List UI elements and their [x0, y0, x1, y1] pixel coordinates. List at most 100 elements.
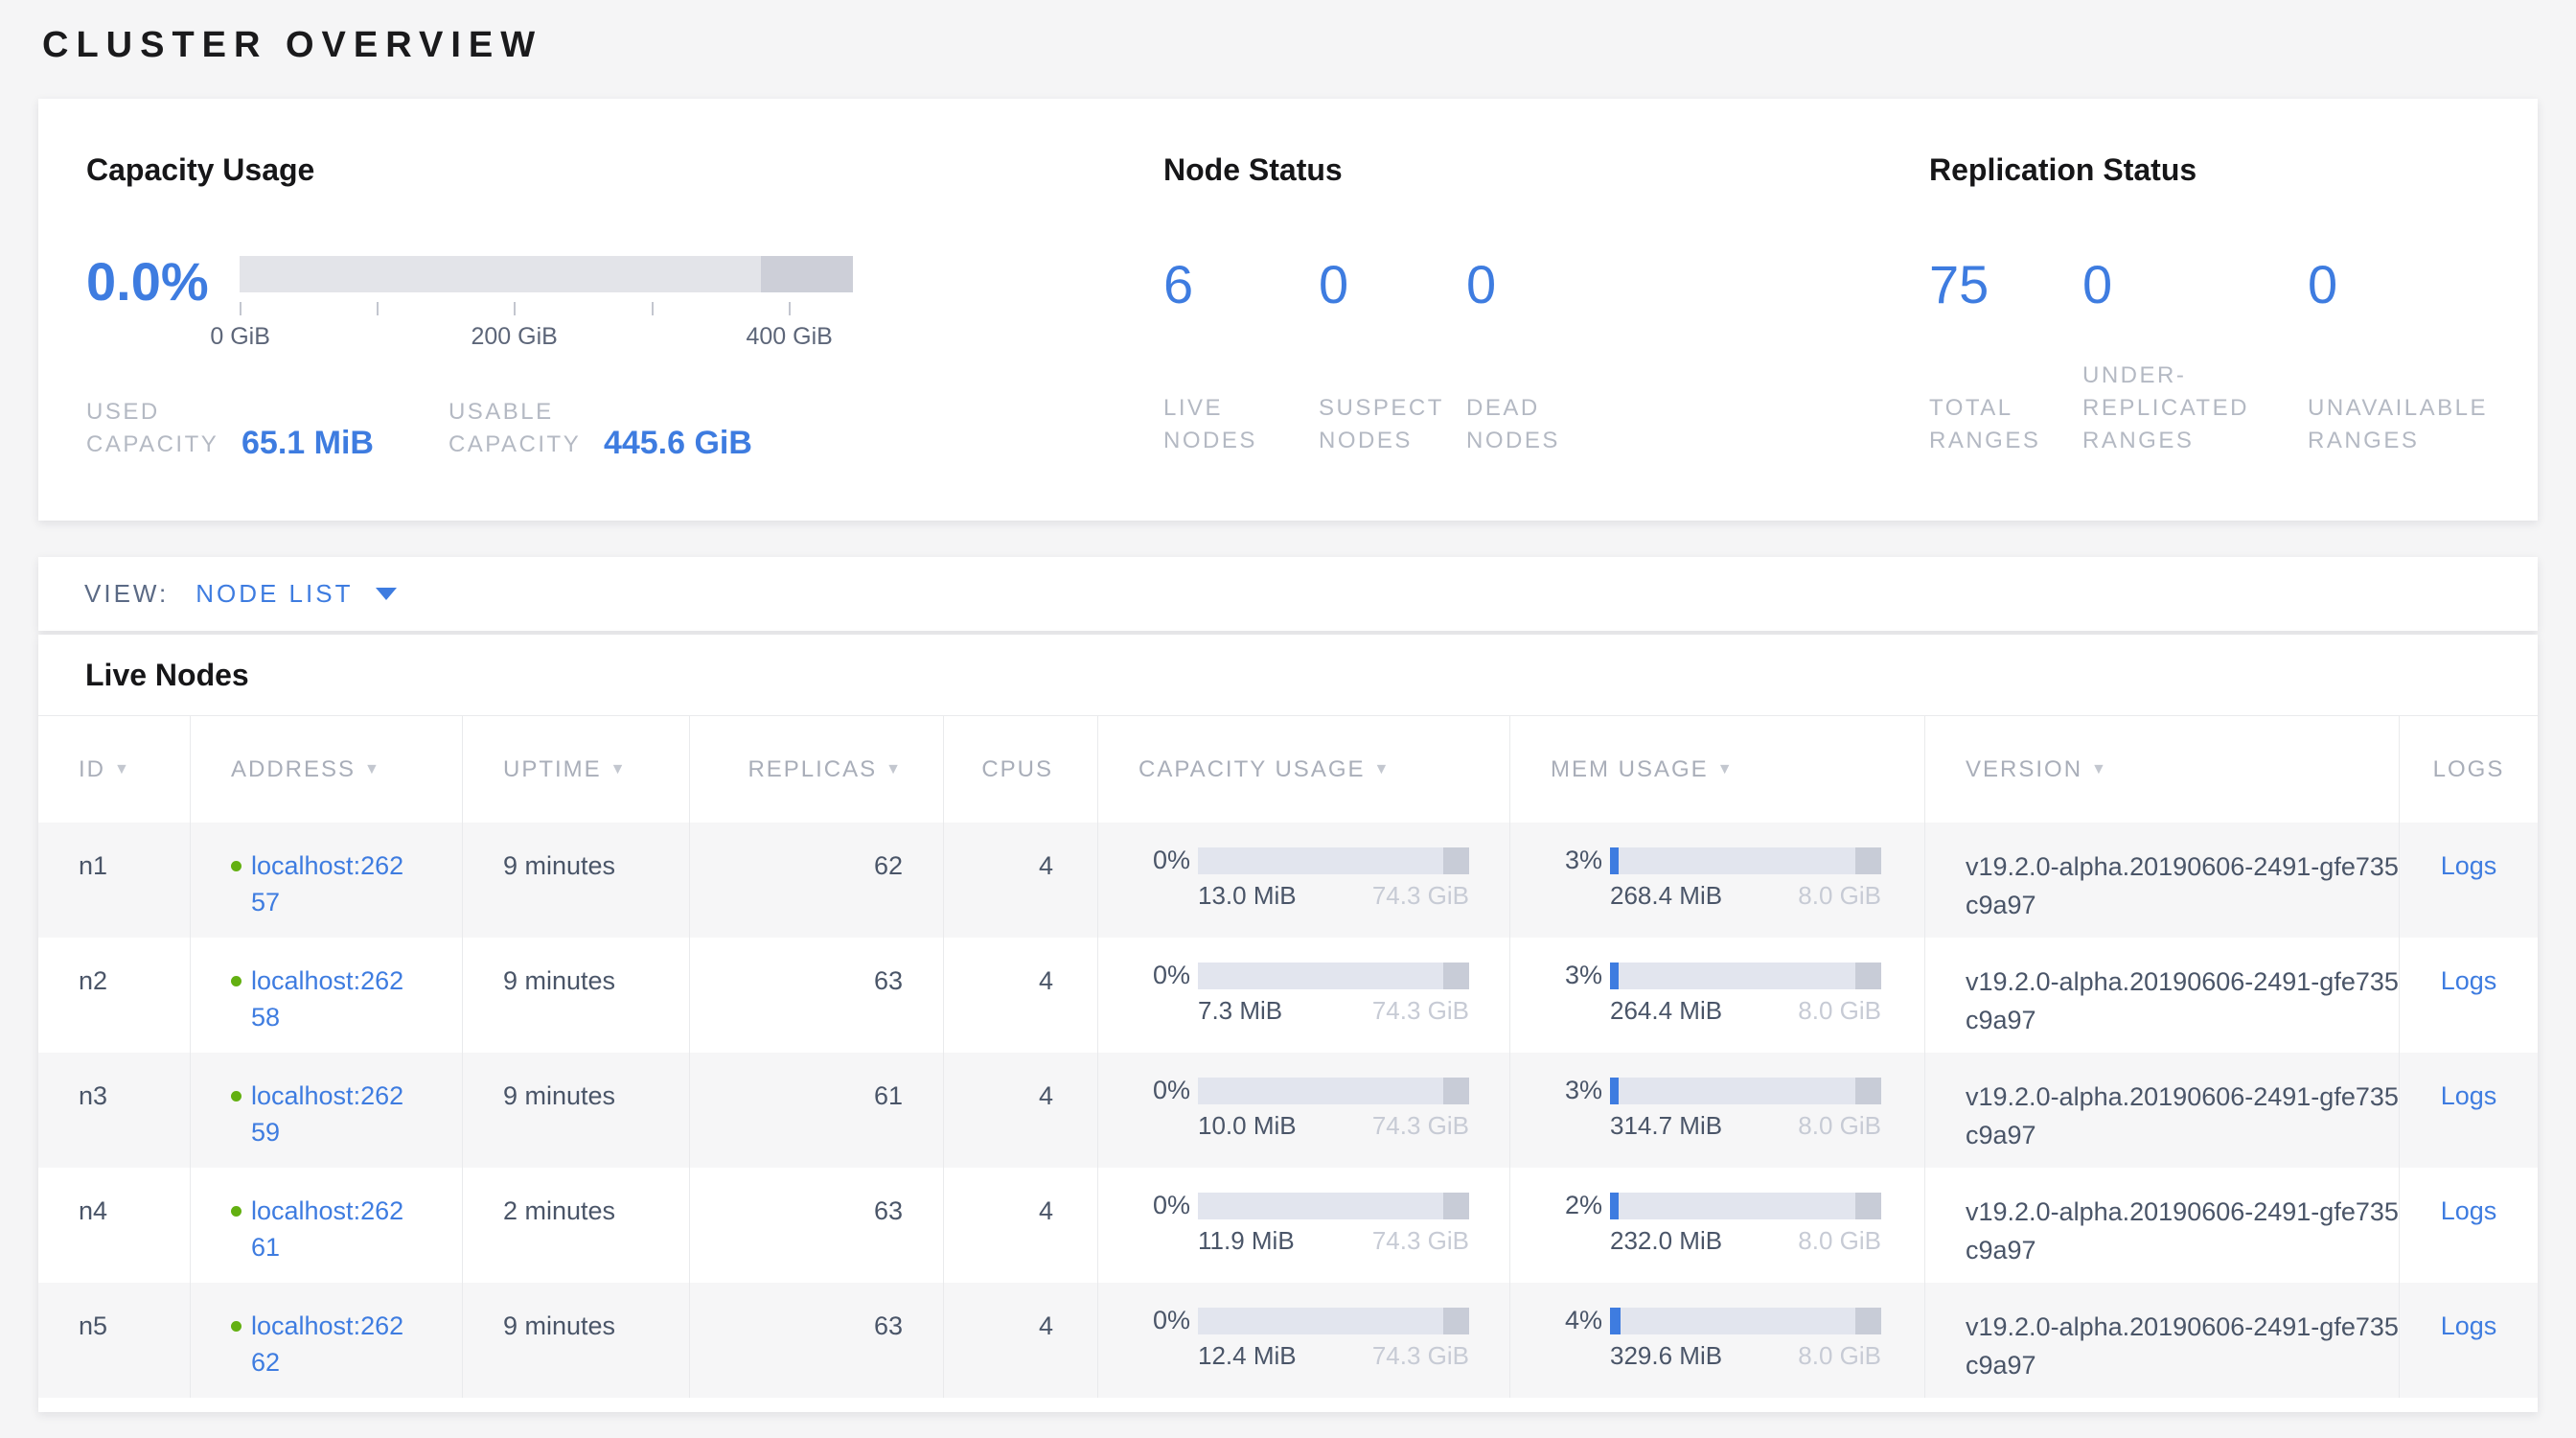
- column-header-capacity-usage[interactable]: CAPACITY USAGE▼: [1097, 716, 1509, 823]
- cpus-cell: 4: [943, 1168, 1097, 1283]
- capacity-bar-line: 0%: [1138, 1306, 1509, 1335]
- column-header-mem-usage[interactable]: MEM USAGE▼: [1509, 716, 1924, 823]
- memory-bar-track: [1610, 847, 1881, 874]
- sort-arrow-icon: ▼: [114, 761, 131, 778]
- memory-bar-tail-segment: [1855, 963, 1881, 989]
- version-value: v19.2.0-alpha.20190606-2491-gfe735c9a97: [1966, 1082, 2399, 1149]
- version-value: v19.2.0-alpha.20190606-2491-gfe735c9a97: [1966, 1197, 2399, 1264]
- node-address-link[interactable]: localhost:26259: [251, 1078, 412, 1168]
- memory-usage: 2% 232.0 MiB 8.0 GiB: [1551, 1191, 1924, 1256]
- cpus-cell: 4: [943, 1053, 1097, 1168]
- replicas-cell: 62: [689, 823, 943, 938]
- table-row: n4localhost:262612 minutes6340%11.9 MiB7…: [38, 1168, 2538, 1283]
- capacity-total-value: 74.3 GiB: [1372, 881, 1469, 911]
- column-header-version[interactable]: VERSION▼: [1924, 716, 2399, 823]
- live-status-icon: [231, 976, 242, 986]
- suspect-nodes-value: 0: [1319, 254, 1466, 315]
- logs-cell: Logs: [2399, 1283, 2538, 1398]
- memory-bar-used-segment: [1610, 1308, 1621, 1334]
- axis-tick-label: 0 GiB: [210, 323, 270, 351]
- view-selector-dropdown[interactable]: NODE LIST: [196, 579, 397, 609]
- logs-link[interactable]: Logs: [2441, 1196, 2497, 1283]
- node-address-link[interactable]: localhost:26261: [251, 1193, 412, 1283]
- memory-used-value: 232.0 MiB: [1610, 1226, 1722, 1256]
- column-header-replicas[interactable]: REPLICAS▼: [689, 716, 943, 823]
- capacity-gauge: 0.0% 0 GiB 200 GiB 400 GiB: [86, 250, 1163, 352]
- logs-link[interactable]: Logs: [2441, 1311, 2497, 1398]
- version-cell: v19.2.0-alpha.20190606-2491-gfe735c9a97: [1924, 1283, 2399, 1398]
- axis-tick: [789, 302, 791, 315]
- node-address-link[interactable]: localhost:26258: [251, 963, 412, 1053]
- memory-total-value: 8.0 GiB: [1798, 1341, 1881, 1371]
- under-replicated-ranges-value: 0: [2082, 254, 2308, 315]
- node-address-cell: localhost:26258: [190, 938, 462, 1053]
- capacity-total-value: 74.3 GiB: [1372, 1111, 1469, 1141]
- capacity-bar-tail-segment: [1443, 1078, 1469, 1104]
- column-header-id[interactable]: ID ▼: [38, 716, 190, 823]
- table-row: n2localhost:262589 minutes6340%7.3 MiB74…: [38, 938, 2538, 1053]
- sort-arrow-icon: ▼: [1374, 761, 1392, 778]
- memory-used-value: 329.6 MiB: [1610, 1341, 1722, 1371]
- page-title: CLUSTER OVERVIEW: [42, 25, 2576, 66]
- node-status-stats: 6 LIVE NODES 0 SUSPECT NODES 0 DEAD NODE…: [1163, 254, 1929, 457]
- node-status-title: Node Status: [1163, 152, 1929, 187]
- column-header-label: ID: [79, 756, 105, 783]
- logs-cell: Logs: [2399, 823, 2538, 938]
- summary-card: Capacity Usage 0.0% 0 GiB 200 GiB: [38, 99, 2538, 521]
- memory-total-value: 8.0 GiB: [1798, 881, 1881, 911]
- total-ranges-value: 75: [1929, 254, 2082, 315]
- node-address-link[interactable]: localhost:26257: [251, 847, 412, 938]
- column-header-address[interactable]: ADDRESS▼: [190, 716, 462, 823]
- column-header-uptime[interactable]: UPTIME▼: [462, 716, 689, 823]
- sort-arrow-icon: ▼: [886, 761, 903, 778]
- uptime-cell: 2 minutes: [462, 1168, 689, 1283]
- memory-percent: 2%: [1551, 1191, 1602, 1220]
- replicas-cell: 63: [689, 938, 943, 1053]
- memory-values: 314.7 MiB8.0 GiB: [1610, 1111, 1881, 1141]
- live-status-icon: [231, 1091, 242, 1102]
- memory-bar-tail-segment: [1855, 1308, 1881, 1334]
- logs-link[interactable]: Logs: [2441, 1081, 2497, 1168]
- capacity-used-value: 11.9 MiB: [1198, 1226, 1295, 1256]
- capacity-usage-title: Capacity Usage: [86, 152, 1163, 187]
- chevron-down-icon[interactable]: [376, 588, 397, 600]
- table-row: n3localhost:262599 minutes6140%10.0 MiB7…: [38, 1053, 2538, 1168]
- column-header-cpus: CPUS: [943, 716, 1097, 823]
- capacity-usage: 0%7.3 MiB74.3 GiB: [1138, 961, 1509, 1026]
- node-id-cell: n1: [38, 823, 190, 938]
- capacity-bar-line: 0%: [1138, 961, 1509, 990]
- capacity-bar-tail-segment: [1443, 1193, 1469, 1219]
- memory-percent: 3%: [1551, 961, 1602, 990]
- node-address-link[interactable]: localhost:26262: [251, 1308, 412, 1398]
- memory-values: 264.4 MiB8.0 GiB: [1610, 996, 1881, 1026]
- capacity-bar-line: 0%: [1138, 846, 1509, 875]
- memory-bar-tail-segment: [1855, 1193, 1881, 1219]
- capacity-percent: 0%: [1138, 961, 1190, 990]
- capacity-bar-track: [1198, 963, 1469, 989]
- replicas-cell: 63: [689, 1283, 943, 1398]
- view-selected-value[interactable]: NODE LIST: [196, 579, 353, 609]
- used-capacity-stat: USED CAPACITY 65.1 MiB: [86, 396, 374, 461]
- usable-capacity-value: 445.6 GiB: [604, 425, 752, 461]
- logs-link[interactable]: Logs: [2441, 966, 2497, 1053]
- total-ranges-stat: 75 TOTAL RANGES: [1929, 254, 2082, 457]
- memory-bar-line: 3%: [1551, 1076, 1924, 1105]
- memory-total-value: 8.0 GiB: [1798, 1226, 1881, 1256]
- uptime-cell: 9 minutes: [462, 938, 689, 1053]
- column-header-label: ADDRESS: [231, 756, 356, 783]
- usable-capacity-label: USABLE CAPACITY: [448, 396, 594, 461]
- capacity-percent: 0.0%: [86, 250, 209, 352]
- memory-bar-line: 4%: [1551, 1306, 1924, 1335]
- replicas-cell: 61: [689, 1053, 943, 1168]
- logs-link[interactable]: Logs: [2441, 851, 2497, 938]
- dead-nodes-label: DEAD NODES: [1466, 392, 1610, 457]
- sort-arrow-icon: ▼: [2091, 761, 2108, 778]
- column-header-logs: LOGS: [2399, 716, 2538, 823]
- axis-tick: [377, 302, 379, 315]
- cpus-cell: 4: [943, 823, 1097, 938]
- version-cell: v19.2.0-alpha.20190606-2491-gfe735c9a97: [1924, 823, 2399, 938]
- memory-values: 232.0 MiB 8.0 GiB: [1610, 1226, 1881, 1256]
- column-header-label: MEM USAGE: [1551, 756, 1709, 783]
- live-nodes-card: Live Nodes ID▼ADDRESS▼UPTIME▼REPLICAS▼CP…: [38, 635, 2538, 1412]
- column-header-label: UPTIME: [503, 756, 602, 783]
